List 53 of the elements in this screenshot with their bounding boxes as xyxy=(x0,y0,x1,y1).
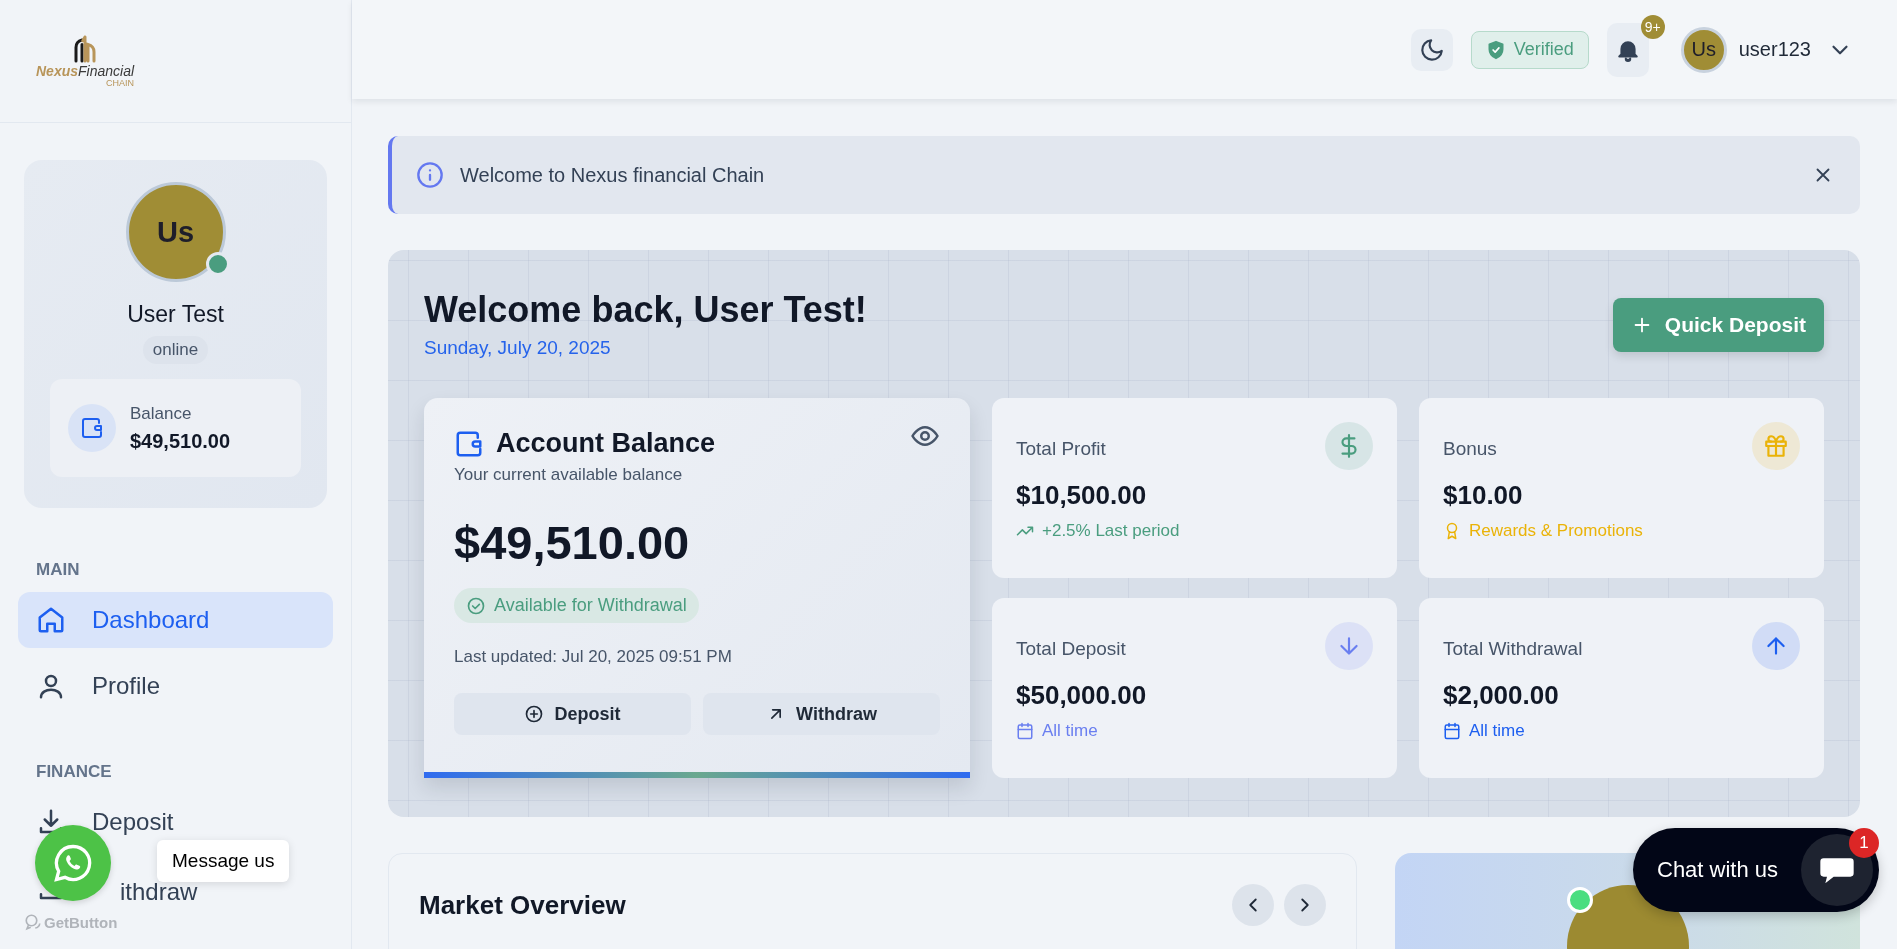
user-avatar[interactable]: Us xyxy=(1680,26,1727,73)
availability-label: Available for Withdrawal xyxy=(494,595,687,617)
card-subtitle: Your current available balance xyxy=(454,465,684,486)
house-icon xyxy=(36,605,66,635)
theme-toggle-button[interactable] xyxy=(1410,28,1453,71)
previous-button[interactable] xyxy=(1232,884,1274,926)
notification-count: 9+ xyxy=(1640,14,1665,39)
section-heading: MAIN xyxy=(36,560,81,580)
last-updated-text: Last updated: Jul 20, 2025 09:51 PM xyxy=(454,647,733,668)
online-status: online xyxy=(142,336,209,364)
check-circle-icon xyxy=(466,595,486,616)
sidebar-item[interactable]: Dashboard xyxy=(18,592,333,648)
withdraw-button[interactable]: Withdraw xyxy=(703,693,940,736)
stat-value: $10.00 xyxy=(1443,480,1524,512)
card-title: Account Balance xyxy=(496,428,716,460)
stat-label: Bonus xyxy=(1443,438,1497,461)
stat-note: All time xyxy=(1469,721,1525,742)
section-heading: FINANCE xyxy=(36,762,113,782)
info-icon xyxy=(416,161,444,189)
logo-tagline: CHAIN xyxy=(106,79,135,89)
calendar-icon xyxy=(1016,722,1034,741)
username[interactable]: user123 xyxy=(1738,38,1811,61)
balance-label: Balance xyxy=(130,403,193,424)
gift-icon xyxy=(1763,433,1789,460)
section-title: Market Overview xyxy=(419,889,626,921)
current-date: Sunday, July 20, 2025 xyxy=(424,337,612,360)
message-tooltip: Message us xyxy=(157,840,290,882)
chat-label: Chat with us xyxy=(1657,857,1779,883)
next-button[interactable] xyxy=(1284,884,1326,926)
stat-note: +2.5% Last period xyxy=(1042,521,1180,542)
calendar-icon xyxy=(1443,722,1461,741)
stat-value: $10,500.00 xyxy=(1016,480,1148,512)
deposit-button[interactable]: Deposit xyxy=(454,693,691,736)
stat-label: Total Profit xyxy=(1016,438,1106,461)
wallet-icon xyxy=(80,416,104,440)
stat-note: All time xyxy=(1042,721,1098,742)
stat-label: Total Deposit xyxy=(1016,638,1126,661)
balance-value: $49,510.00 xyxy=(130,429,231,453)
chat-bubbles-icon xyxy=(24,913,42,931)
moon-icon xyxy=(1418,36,1445,63)
stat-note: Rewards & Promotions xyxy=(1469,521,1643,542)
balance-amount: $49,510.00 xyxy=(454,515,691,571)
sidebar-item[interactable]: Profile xyxy=(18,658,333,714)
verified-label: Verified xyxy=(1513,39,1574,60)
stat-label: Total Withdrawal xyxy=(1443,638,1583,661)
user-name: User Test xyxy=(127,301,224,328)
logo-text: NexusFinancial xyxy=(36,63,135,80)
plus-circle-icon xyxy=(524,704,545,725)
stat-value: $2,000.00 xyxy=(1443,680,1560,712)
alert-message: Welcome to Nexus financial Chain xyxy=(460,163,765,187)
user-avatar: Us xyxy=(125,182,226,282)
welcome-heading: Welcome back, User Test! xyxy=(424,288,867,332)
stat-value: $50,000.00 xyxy=(1016,680,1148,712)
